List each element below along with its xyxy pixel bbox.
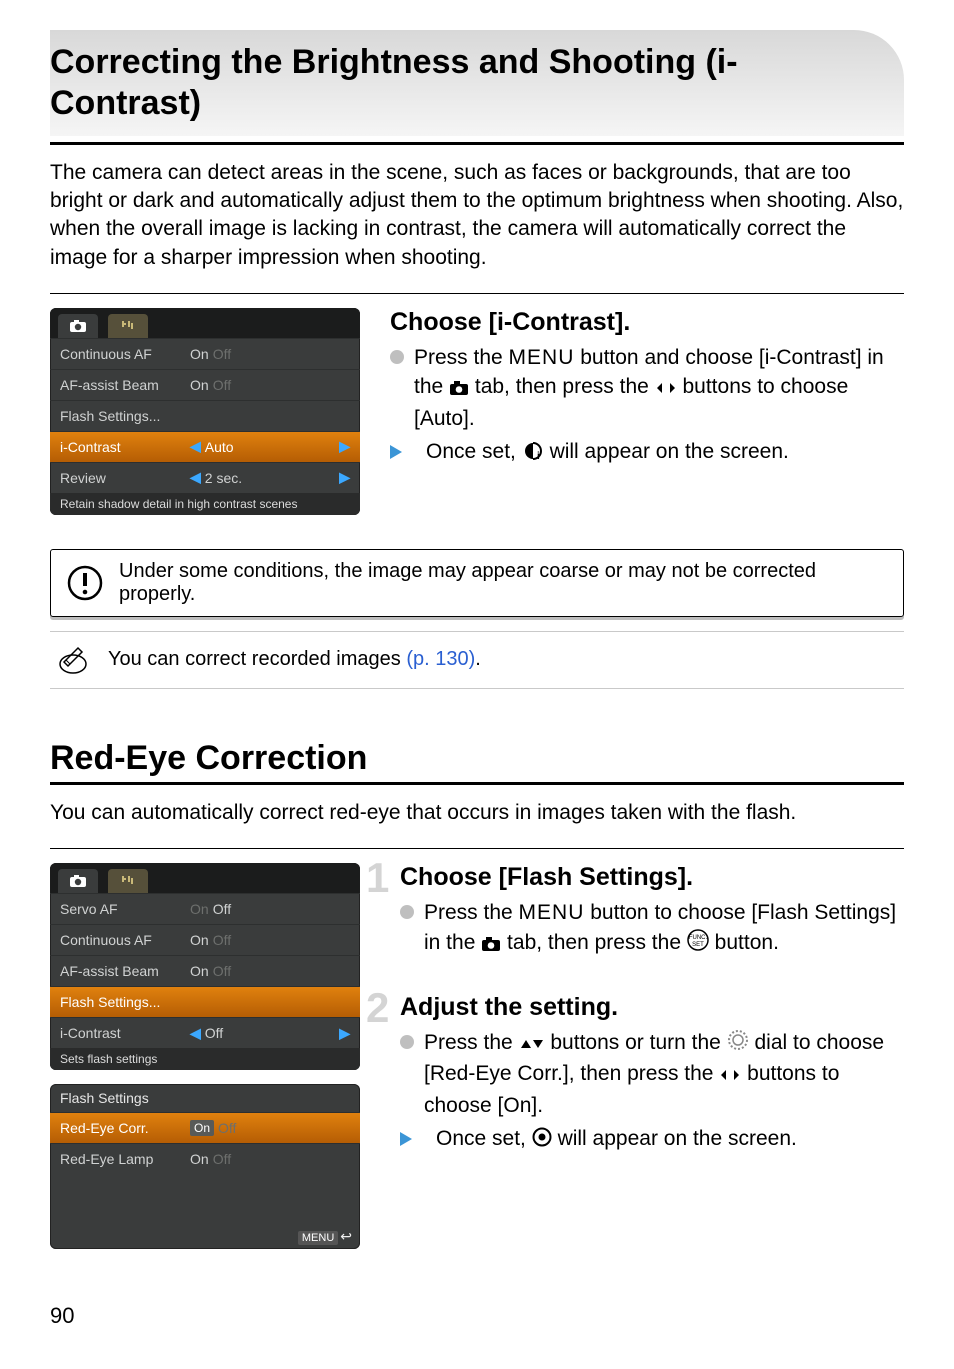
step-title: Choose [Flash Settings]. [400, 863, 904, 892]
result-arrow-icon [390, 445, 416, 459]
menu-row-label: AF-assist Beam [60, 377, 190, 393]
left-arrow-icon: ◀ [190, 438, 201, 455]
result-arrow-icon [400, 1132, 426, 1146]
icontrast-icon: i [522, 439, 544, 468]
right-arrow-icon: ▶ [339, 1025, 350, 1042]
left-right-buttons-icon [719, 1061, 741, 1090]
menu-row: Servo AF On Off [50, 893, 360, 924]
menu-help-text: Sets flash settings [50, 1048, 360, 1070]
svg-text:i: i [537, 451, 540, 462]
menu-row: Red-Eye Lamp On Off [50, 1143, 360, 1174]
menu-badge: MENU [298, 1231, 338, 1245]
page-ref-link[interactable]: (p. 130) [406, 648, 475, 670]
return-icon: ↩ [340, 1228, 352, 1244]
camera-tab-icon [481, 930, 501, 959]
menu-row: Continuous AF On Off [50, 924, 360, 955]
menu-row: i-Contrast ◀ Off ▶ [50, 1017, 360, 1048]
menu-footer: MENU↩ [50, 1224, 360, 1249]
menu-row-label: Servo AF [60, 901, 190, 917]
menu-button-label: MENU [519, 901, 585, 924]
menu-row-label: i-Contrast [60, 439, 190, 455]
tools-tab-icon [108, 314, 148, 338]
section-intro: You can automatically correct red-eye th… [50, 799, 904, 827]
heading-underline [50, 142, 904, 145]
menu-row-label: Continuous AF [60, 346, 190, 362]
step-title: Choose [i-Contrast]. [390, 308, 904, 337]
bullet-icon [400, 905, 414, 919]
camera-submenu-screenshot: Flash Settings Red-Eye Corr. On Off Red-… [50, 1084, 360, 1249]
instruction-text: Press the MENU button and choose [i-Cont… [414, 343, 904, 433]
up-down-buttons-icon [519, 1030, 545, 1059]
func-set-button-icon: FUNC.SET [687, 929, 709, 959]
bullet-icon [390, 350, 404, 364]
tip-callout: You can correct recorded images (p. 130)… [50, 631, 904, 689]
camera-menu-screenshot: Servo AF On Off Continuous AF On Off AF-… [50, 863, 360, 1070]
step-number: 1 [366, 859, 389, 897]
menu-row-label: Red-Eye Corr. [60, 1120, 190, 1136]
submenu-title: Flash Settings [50, 1084, 360, 1112]
step-number: 2 [366, 989, 389, 1027]
menu-row: Review ◀ 2 sec. ▶ [50, 462, 360, 493]
camera-tab-icon [449, 374, 469, 403]
red-eye-icon [532, 1126, 552, 1155]
menu-help-text: Retain shadow detail in high contrast sc… [50, 493, 360, 515]
divider [50, 293, 904, 294]
warning-text: Under some conditions, the image may app… [119, 560, 887, 606]
menu-row-label: i-Contrast [60, 1025, 190, 1041]
menu-row-label: Continuous AF [60, 932, 190, 948]
menu-row: AF-assist Beam On Off [50, 955, 360, 986]
pencil-note-icon [56, 642, 92, 678]
menu-row-label: Red-Eye Lamp [60, 1151, 190, 1167]
svg-text:FUNC.: FUNC. [689, 935, 708, 941]
menu-row-label: Review [60, 470, 190, 486]
divider [50, 848, 904, 849]
menu-tabs [50, 863, 360, 893]
camera-menu-screenshot: Continuous AF On Off AF-assist Beam On O… [50, 308, 360, 529]
menu-row-label: Flash Settings... [60, 408, 190, 424]
right-arrow-icon: ▶ [339, 438, 350, 455]
section-intro: The camera can detect areas in the scene… [50, 159, 904, 272]
section-title: Correcting the Brightness and Shooting (… [50, 42, 884, 124]
shooting-tab-icon [58, 869, 98, 893]
tools-tab-icon [108, 869, 148, 893]
heading-underline [50, 782, 904, 785]
step-title: Adjust the setting. [400, 993, 904, 1022]
svg-text:SET: SET [692, 942, 704, 948]
menu-tabs [50, 308, 360, 338]
section-heading: Correcting the Brightness and Shooting (… [50, 30, 904, 136]
right-arrow-icon: ▶ [339, 469, 350, 486]
menu-row-label: Flash Settings... [60, 994, 190, 1010]
page-number: 90 [50, 1303, 904, 1329]
menu-row: AF-assist Beam On Off [50, 369, 360, 400]
caution-icon [67, 565, 103, 601]
instruction-text: Press the MENU button to choose [Flash S… [424, 898, 904, 959]
menu-row-selected: Flash Settings... [50, 986, 360, 1017]
menu-row: Flash Settings... [50, 400, 360, 431]
left-arrow-icon: ◀ [190, 1025, 201, 1042]
result-text: Once set, will appear on the screen. [436, 1124, 797, 1155]
bullet-icon [400, 1035, 414, 1049]
shooting-tab-icon [58, 314, 98, 338]
menu-row-selected: i-Contrast ◀ Auto ▶ [50, 431, 360, 462]
left-arrow-icon: ◀ [190, 469, 201, 486]
tip-text: You can correct recorded images (p. 130)… [108, 648, 481, 671]
section-title: Red-Eye Correction [50, 739, 904, 778]
menu-row: Continuous AF On Off [50, 338, 360, 369]
control-dial-icon [727, 1029, 749, 1059]
instruction-text: Press the buttons or turn the dial to ch… [424, 1028, 904, 1120]
left-right-buttons-icon [655, 374, 677, 403]
menu-row-selected: Red-Eye Corr. On Off [50, 1112, 360, 1143]
menu-row-label: AF-assist Beam [60, 963, 190, 979]
result-text: Once set, i will appear on the screen. [426, 437, 789, 468]
warning-callout: Under some conditions, the image may app… [50, 549, 904, 617]
menu-button-label: MENU [509, 346, 575, 369]
